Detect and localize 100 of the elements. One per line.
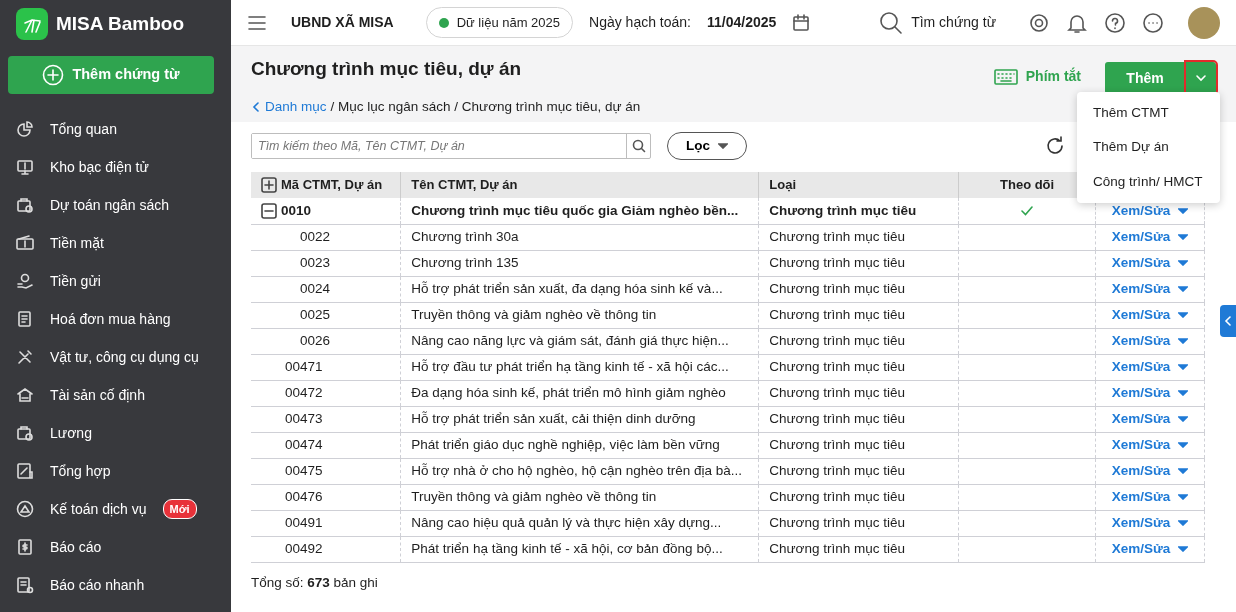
brand-name: MISA Bamboo (56, 11, 185, 36)
code-text: 00491 (285, 513, 323, 532)
search-field[interactable]: Tìm kiếm theo Mã, Tên CTMT, Dự án (251, 133, 651, 159)
caret-down-icon[interactable] (1178, 234, 1189, 240)
report-document-icon (16, 576, 34, 594)
table-cell: Chương trình mục tiêu (758, 484, 959, 510)
voucher-search-label: Tìm chứng từ (911, 13, 996, 32)
view-edit-link[interactable]: Xem/Sửa (1111, 538, 1171, 560)
search-icon[interactable] (631, 139, 646, 153)
caret-down-icon[interactable] (1178, 468, 1189, 474)
avatar[interactable] (1188, 6, 1220, 39)
data-year-label: Dữ liệu năm 2025 (456, 13, 561, 32)
wallet-icon (16, 196, 34, 214)
filter-button[interactable]: Lọc (667, 132, 747, 160)
caret-down-icon[interactable] (1178, 312, 1189, 318)
sidebar-item[interactable]: Hoá đơn mua hàng (0, 300, 231, 338)
code-text: 00476 (285, 487, 323, 506)
view-edit-link[interactable]: Xem/Sửa (1111, 408, 1171, 430)
view-edit-link[interactable]: Xem/Sửa (1111, 486, 1171, 508)
view-edit-link[interactable]: Xem/Sửa (1111, 434, 1171, 456)
sidebar-item[interactable]: Tài sản cố định (0, 376, 231, 414)
collapse-icon[interactable] (261, 202, 277, 219)
view-edit-link[interactable]: Xem/Sửa (1111, 226, 1171, 248)
house-icon (16, 386, 34, 404)
caret-down-icon[interactable] (1178, 364, 1189, 370)
table-cell: Phát triển hạ tầng kinh tế - xã hội, cơ bản đồng bộ... (400, 536, 759, 562)
table-cell: Truyền thông và giảm nghèo về thông tin (400, 302, 759, 328)
chevron-left-icon (1224, 316, 1232, 326)
sidebar-item[interactable]: Lương (0, 414, 231, 452)
dollar-document-icon (16, 538, 34, 556)
refresh-icon[interactable] (1044, 135, 1066, 157)
settings-icon[interactable] (1028, 11, 1050, 34)
posting-date[interactable]: 11/04/2025 (707, 12, 777, 33)
caret-down-icon[interactable] (1178, 338, 1189, 344)
caret-down-icon[interactable] (1178, 546, 1189, 552)
sidebar-item[interactable]: Tổng hợp (0, 452, 231, 490)
caret-down-icon[interactable] (1178, 416, 1189, 422)
chevron-left-icon (251, 100, 261, 113)
document-icon (16, 310, 34, 328)
banknote-icon (16, 234, 34, 252)
caret-down-icon[interactable] (1178, 494, 1189, 500)
table-cell: Hỗ trợ nhà ở cho hộ nghèo, hộ cận nghèo trên địa bà... (400, 458, 759, 484)
collapse-panel-tab[interactable] (1220, 305, 1236, 337)
chevron-down-icon (1195, 74, 1207, 82)
expand-all-icon[interactable] (261, 177, 277, 193)
table-cell: Chương trình mục tiêu (758, 536, 959, 562)
monitor-icon (16, 158, 34, 176)
caret-down-icon[interactable] (1178, 286, 1189, 292)
table-cell: Chương trình mục tiêu (758, 328, 959, 354)
view-edit-link[interactable]: Xem/Sửa (1111, 512, 1171, 534)
sidebar-item[interactable]: Tiền mặt (0, 224, 231, 262)
table-cell: Hỗ trợ phát triển sản xuất, cải thiện dinh dưỡng (400, 406, 759, 432)
view-edit-link[interactable]: Xem/Sửa (1111, 382, 1171, 404)
tools-icon (16, 348, 34, 366)
table-cell: Chương trình 30a (400, 224, 759, 250)
more-icon[interactable] (1142, 11, 1164, 34)
dropdown-menu-item[interactable]: Thêm CTMT (1077, 96, 1220, 131)
column-header: Mã CTMT, Dự án (281, 176, 383, 195)
caret-down-icon[interactable] (1178, 390, 1189, 396)
view-edit-link[interactable]: Xem/Sửa (1111, 252, 1171, 274)
table-cell: Chương trình 135 (400, 250, 759, 276)
wallet-icon (16, 424, 34, 442)
check-icon (1021, 206, 1034, 217)
table-cell: Chương trình mục tiêu (758, 250, 959, 276)
table-cell: Đa dạng hóa sinh kế, phát triển mô hình giảm nghèo (400, 380, 759, 406)
caret-down-icon[interactable] (1178, 442, 1189, 448)
sidebar-item[interactable]: Tổng quan (0, 110, 231, 148)
table-cell: Chương trình mục tiêu (758, 510, 959, 536)
plus-circle-icon (42, 64, 65, 86)
sidebar-item[interactable]: Báo cáo nhanh (0, 566, 231, 604)
sidebar-item[interactable]: Báo cáo (0, 528, 231, 566)
circle-logo-icon (16, 500, 34, 518)
view-edit-link[interactable]: Xem/Sửa (1111, 278, 1171, 300)
caret-down-icon[interactable] (1178, 260, 1189, 266)
sidebar-item[interactable]: Tiền gửi (0, 262, 231, 300)
keyboard-shortcuts-label: Phím tắt (1025, 66, 1081, 86)
column-header: Loại (758, 172, 959, 198)
sidebar-item[interactable]: Vật tư, công cụ dụng cụ (0, 338, 231, 376)
view-edit-link[interactable]: Xem/Sửa (1111, 200, 1171, 221)
caret-down-icon[interactable] (1178, 520, 1189, 526)
dropdown-toggle-button[interactable] (1186, 62, 1216, 94)
breadcrumb-path: / Mục lục ngân sách / Chương trình mục tiêu, dự án (330, 97, 641, 116)
table-cell: Chương trình mục tiêu (758, 276, 959, 302)
sidebar-item-label[interactable]: Kế toán dịch vụ (50, 498, 147, 520)
view-edit-link[interactable]: Xem/Sửa (1111, 460, 1171, 482)
help-icon[interactable] (1104, 11, 1126, 34)
sidebar-item[interactable]: Kho bạc điện tử (0, 148, 231, 186)
new-badge: Mới (162, 498, 197, 520)
view-edit-link[interactable]: Xem/Sửa (1111, 356, 1171, 378)
breadcrumb-link[interactable]: Danh mục (251, 96, 327, 118)
sidebar-item[interactable]: Dự toán ngân sách (0, 186, 231, 224)
calendar-icon[interactable] (792, 13, 811, 32)
view-edit-link[interactable]: Xem/Sửa (1111, 304, 1171, 326)
dropdown-menu-item[interactable]: Thêm Dự án (1077, 130, 1220, 165)
caret-down-icon[interactable] (1178, 207, 1189, 214)
code-text: 00474 (285, 435, 323, 454)
column-header: Tên CTMT, Dự án (400, 172, 759, 198)
record-count: Tổng số: 673 bản ghi (251, 573, 379, 592)
table-cell: Truyền thông và giảm nghèo về thông tin (400, 484, 759, 510)
view-edit-link[interactable]: Xem/Sửa (1111, 330, 1171, 352)
